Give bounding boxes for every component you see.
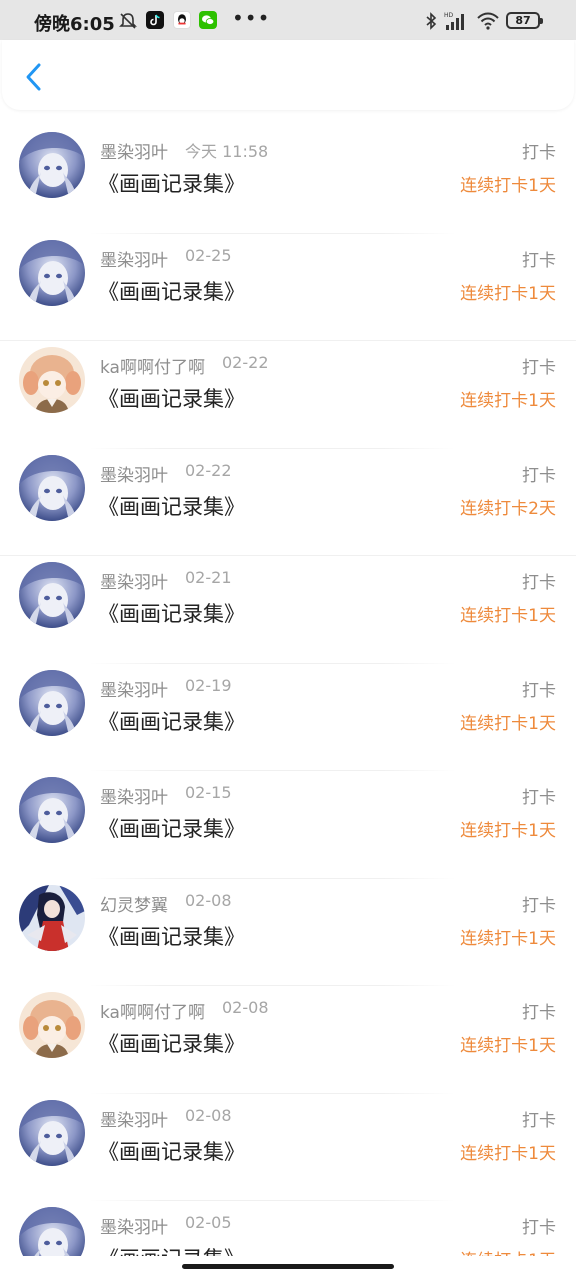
avatar[interactable]: [19, 992, 85, 1058]
streak-label: 连续打卡1天: [460, 1143, 556, 1164]
user-name[interactable]: 墨染羽叶: [100, 568, 168, 593]
post-date: 02-25: [185, 245, 232, 265]
checkin-action-label: 打卡: [522, 1218, 556, 1238]
wifi-icon: [477, 12, 499, 30]
user-name[interactable]: ka啊啊付了啊: [100, 353, 205, 378]
post-date: 02-19: [185, 675, 232, 695]
checkin-list-item[interactable]: 墨染羽叶 02-19 《画画记录集》 打卡连续打卡1天: [0, 664, 576, 771]
post-date: 02-08: [185, 890, 232, 910]
checkin-action-label: 打卡: [522, 680, 556, 701]
streak-label: 连续打卡1天: [460, 391, 556, 411]
checkin-title[interactable]: 《画画记录集》: [98, 1243, 245, 1256]
streak-label: 连续打卡1天: [460, 713, 556, 734]
checkin-list-item[interactable]: 墨染羽叶 02-21 《画画记录集》 打卡连续打卡1天: [0, 556, 576, 664]
streak-label: 连续打卡1天: [460, 176, 556, 196]
streak-label: 连续打卡1天: [460, 928, 556, 949]
avatar[interactable]: [19, 669, 85, 736]
more-notifications-icon: •••: [232, 6, 271, 30]
checkin-list-item[interactable]: 墨染羽叶 02-05 《画画记录集》 打卡连续打卡1天: [0, 1201, 576, 1256]
mute-bell-icon: [119, 13, 137, 29]
battery-icon: 87: [506, 12, 543, 29]
post-date: 02-22: [185, 460, 232, 480]
checkin-action-label: 打卡: [522, 465, 556, 486]
checkin-title[interactable]: 《画画记录集》: [98, 598, 245, 628]
chevron-left-icon[interactable]: [18, 60, 48, 94]
avatar[interactable]: [19, 132, 85, 198]
checkin-list-item[interactable]: 墨染羽叶 02-15 《画画记录集》 打卡连续打卡1天: [0, 771, 576, 879]
checkin-list-item[interactable]: ka啊啊付了啊 02-08 《画画记录集》 打卡连续打卡1天: [0, 986, 576, 1094]
post-date: 02-05: [185, 1213, 232, 1232]
battery-level: 87: [515, 14, 531, 27]
post-date: 02-15: [185, 783, 232, 802]
avatar[interactable]: [19, 562, 85, 628]
checkin-title[interactable]: 《画画记录集》: [98, 491, 245, 521]
checkin-title[interactable]: 《画画记录集》: [98, 168, 245, 198]
user-name[interactable]: 墨染羽叶: [100, 246, 168, 271]
checkin-list-item[interactable]: 墨染羽叶 今天 11:58 《画画记录集》 打卡连续打卡1天: [0, 126, 576, 234]
checkin-action-label: 打卡: [522, 573, 556, 593]
post-date: 02-08: [222, 998, 269, 1017]
checkin-action-label: 打卡: [522, 250, 556, 271]
checkin-list-item[interactable]: 幻灵梦翼 02-08 《画画记录集》 打卡连续打卡1天: [0, 879, 576, 986]
avatar[interactable]: [19, 239, 85, 306]
avatar[interactable]: [19, 454, 85, 521]
checkin-action-label: 打卡: [522, 358, 556, 378]
checkin-title[interactable]: 《画画记录集》: [98, 706, 245, 736]
checkin-title[interactable]: 《画画记录集》: [98, 813, 245, 843]
qq-icon: [173, 11, 191, 29]
post-date: 今天 11:58: [185, 142, 269, 161]
svg-text:HD: HD: [444, 12, 454, 19]
checkin-title[interactable]: 《画画记录集》: [98, 1136, 245, 1166]
checkin-title[interactable]: 《画画记录集》: [98, 1028, 245, 1058]
checkin-action-label: 打卡: [522, 1110, 556, 1131]
avatar[interactable]: [19, 1207, 85, 1256]
streak-label: 连续打卡2天: [460, 498, 556, 519]
home-indicator[interactable]: [182, 1264, 394, 1269]
checkin-list-item[interactable]: 墨染羽叶 02-25 《画画记录集》 打卡连续打卡1天: [0, 234, 576, 341]
user-name[interactable]: 墨染羽叶: [100, 1106, 168, 1131]
checkin-title[interactable]: 《画画记录集》: [98, 276, 245, 306]
checkin-list-item[interactable]: 墨染羽叶 02-08 《画画记录集》 打卡连续打卡1天: [0, 1094, 576, 1201]
streak-label: 连续打卡1天: [460, 1246, 556, 1256]
checkin-title[interactable]: 《画画记录集》: [98, 921, 245, 951]
user-name[interactable]: 墨染羽叶: [100, 461, 168, 486]
post-date: 02-22: [222, 353, 269, 372]
checkin-list: 墨染羽叶 今天 11:58 《画画记录集》 打卡 连续打卡1天 墨染羽叶 02-25 《画画记…: [0, 126, 576, 1256]
avatar[interactable]: [19, 347, 85, 413]
signal-icon: HD: [444, 12, 464, 30]
streak-label: 连续打卡1天: [460, 821, 556, 841]
user-name[interactable]: 墨染羽叶: [100, 138, 168, 163]
checkin-action-label: 打卡: [522, 895, 556, 916]
bluetooth-icon: [426, 12, 437, 30]
checkin-title[interactable]: 《画画记录集》: [98, 383, 245, 413]
avatar[interactable]: [19, 777, 85, 843]
checkin-action-label: 打卡: [522, 143, 556, 163]
streak-label: 连续打卡1天: [460, 1036, 556, 1056]
checkin-action-label: 打卡: [522, 788, 556, 808]
user-name[interactable]: 幻灵梦翼: [100, 891, 168, 916]
checkin-action-label: 打卡: [522, 1003, 556, 1023]
top-app-bar: [2, 40, 574, 110]
user-name[interactable]: ka啊啊付了啊: [100, 998, 205, 1023]
status-bar: 傍晚6:05 ••• HD 87: [0, 0, 576, 40]
avatar[interactable]: [19, 884, 85, 951]
checkin-list-item[interactable]: ka啊啊付了啊 02-22 《画画记录集》 打卡连续打卡1天: [0, 341, 576, 449]
tiktok-icon: [146, 11, 164, 29]
streak-label: 连续打卡1天: [460, 606, 556, 626]
avatar[interactable]: [19, 1099, 85, 1166]
user-name[interactable]: 墨染羽叶: [100, 783, 168, 808]
streak-label: 连续打卡1天: [460, 283, 556, 304]
post-date: 02-21: [185, 568, 232, 587]
user-name[interactable]: 墨染羽叶: [100, 676, 168, 701]
user-name[interactable]: 墨染羽叶: [100, 1213, 168, 1238]
checkin-list-item[interactable]: 墨染羽叶 02-22 《画画记录集》 打卡连续打卡2天: [0, 449, 576, 556]
post-date: 02-08: [185, 1105, 232, 1125]
wechat-icon: [199, 11, 217, 29]
status-time: 傍晚6:05: [34, 14, 115, 35]
